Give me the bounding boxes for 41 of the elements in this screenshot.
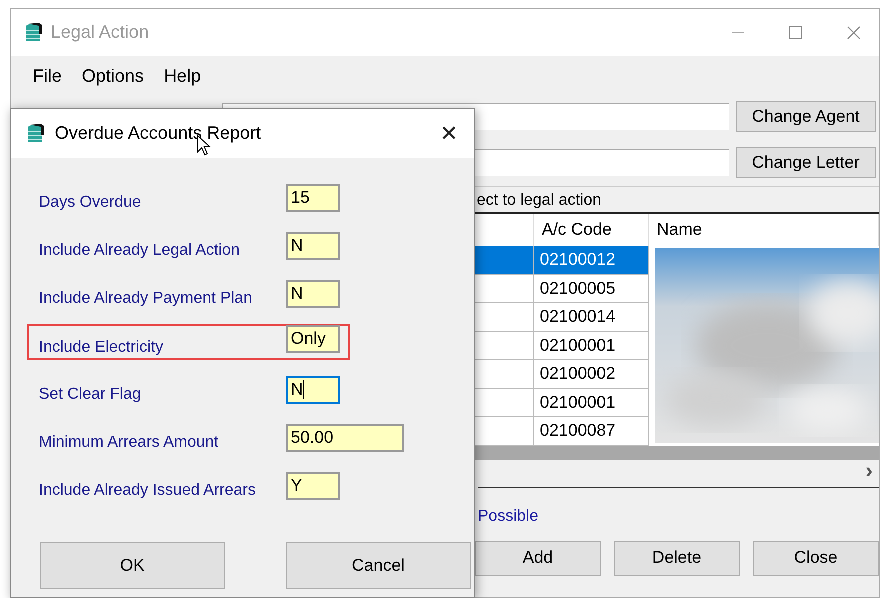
field-label: Set Clear Flag [39,385,142,404]
table-cell[interactable]: 02100014 [534,303,649,332]
database-icon [27,122,45,144]
table-cell[interactable]: 02100002 [534,360,649,388]
table-cell[interactable]: 02100001 [534,388,649,417]
input-field[interactable]: N [286,232,340,260]
field-label: Include Already Legal Action [39,241,242,260]
field-label: Include Electricity [39,338,164,357]
field-label: Minimum Arrears Amount [39,433,220,452]
input-field[interactable]: Only [286,325,340,353]
table-cell[interactable]: 02100005 [534,274,649,303]
table-cell[interactable]: 02100001 [534,332,649,360]
scroll-right-arrow[interactable]: › [866,462,873,480]
window-title: Legal Action [51,22,150,43]
change-button[interactable]: Change Agent [736,101,876,132]
table-cell[interactable]: 02100012 [534,246,649,274]
maximize-icon[interactable] [789,26,803,40]
database-icon [25,22,43,44]
action-button[interactable]: Add [475,540,601,576]
input-field[interactable]: Y [286,472,340,500]
dialog-button[interactable]: Cancel [286,542,471,589]
action-button[interactable]: Close [753,540,879,576]
field-label: Days Overdue [39,193,142,212]
close-icon[interactable] [847,26,861,40]
table-cell[interactable]: 02100087 [534,417,649,446]
change-button[interactable]: Change Letter [736,147,876,178]
dialog-button[interactable]: OK [40,542,225,589]
close-button[interactable]: ✕ [440,120,458,146]
input-field[interactable]: 50.00 [286,424,404,452]
input-field[interactable]: N [286,280,340,308]
field-label: Include Already Issued Arrears [39,481,258,500]
menu-item[interactable]: File [23,66,72,86]
group-title: ect to legal action [477,191,603,211]
field-label: Include Already Payment Plan [39,289,254,308]
action-button[interactable]: Delete [614,540,740,576]
input-field[interactable]: N [286,376,340,404]
menu-item[interactable]: Options [72,66,154,86]
note-text: Possible [478,486,879,526]
menu-item[interactable]: Help [154,66,212,86]
input-field[interactable]: 15 [286,184,340,212]
dialog-title: Overdue Accounts Report [55,123,262,144]
